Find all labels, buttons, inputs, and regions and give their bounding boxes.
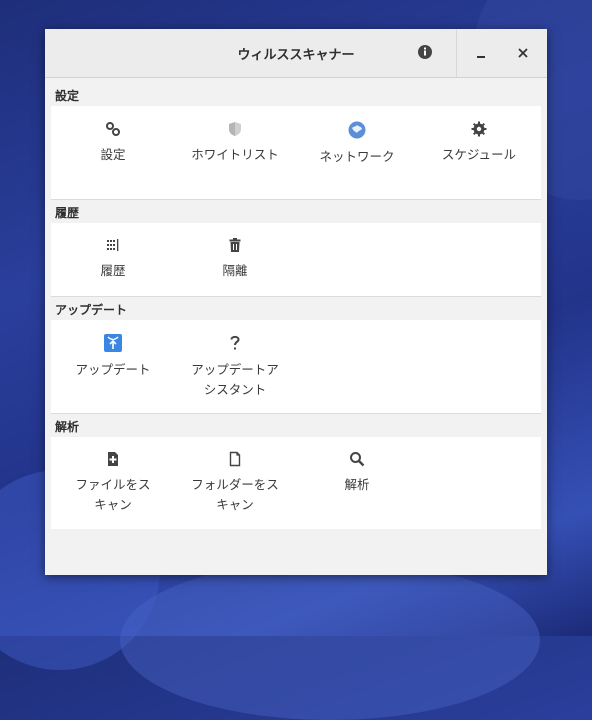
history-icon bbox=[107, 239, 119, 251]
update-label: アップデート bbox=[75, 362, 151, 377]
schedule-button[interactable]: スケジュール bbox=[419, 121, 539, 165]
update-button[interactable]: アップデート bbox=[53, 334, 173, 380]
info-icon[interactable] bbox=[416, 43, 434, 61]
quarantine-label: 隔離 bbox=[222, 263, 248, 278]
gear-icon bbox=[471, 121, 487, 137]
schedule-label: スケジュール bbox=[441, 147, 517, 162]
scan-folder-button[interactable]: フォルダーをス キャン bbox=[175, 451, 295, 515]
settings-button[interactable]: 設定 bbox=[53, 121, 173, 165]
history-button[interactable]: 履歴 bbox=[53, 237, 173, 281]
section-title-settings: 設定 bbox=[55, 89, 80, 103]
trash-icon bbox=[229, 238, 241, 252]
scan-file-button[interactable]: ファイルをス キャン bbox=[53, 451, 173, 515]
network-label: ネットワーク bbox=[319, 149, 395, 164]
section-panel-scan: ファイルをス キャン フォルダーをス キャン 解析 bbox=[51, 437, 541, 529]
section-title-scan: 解析 bbox=[55, 420, 80, 434]
section-panel-history: 履歴 隔離 bbox=[51, 223, 541, 297]
file-icon bbox=[229, 451, 241, 467]
section-panel-update: アップデート アップデートア シスタント bbox=[51, 320, 541, 414]
update-assistant-label: アップデートア シスタント bbox=[191, 362, 279, 397]
scan-file-label: ファイルをス キャン bbox=[75, 477, 151, 512]
section-title-update: アップデート bbox=[55, 303, 128, 317]
scan-folder-label: フォルダーをス キャン bbox=[191, 477, 279, 512]
globe-icon bbox=[348, 121, 366, 139]
section-title-history: 履歴 bbox=[55, 206, 80, 220]
minimize-button[interactable] bbox=[471, 43, 491, 63]
section-panel-settings: 設定 ホワイトリスト ネットワーク スケジュール bbox=[51, 106, 541, 200]
close-button[interactable] bbox=[513, 43, 533, 63]
app-window: ウィルススキャナー 設定 設定 ホワイトリスト ネットワーク スケジュール 履歴… bbox=[45, 29, 547, 575]
network-button[interactable]: ネットワーク bbox=[297, 121, 417, 167]
analysis-button[interactable]: 解析 bbox=[297, 451, 417, 495]
update-assistant-button[interactable]: アップデートア シスタント bbox=[175, 334, 295, 400]
file-add-icon bbox=[108, 452, 118, 466]
gears-icon bbox=[106, 122, 120, 136]
update-icon bbox=[104, 334, 122, 352]
quarantine-button[interactable]: 隔離 bbox=[175, 237, 295, 281]
shield-icon bbox=[229, 122, 241, 136]
title-bar: ウィルススキャナー bbox=[45, 29, 547, 78]
search-icon bbox=[350, 452, 365, 467]
history-label: 履歴 bbox=[100, 263, 126, 278]
analysis-label: 解析 bbox=[344, 477, 370, 492]
whitelist-label: ホワイトリスト bbox=[191, 147, 279, 162]
titlebar-separator bbox=[456, 29, 457, 77]
question-icon bbox=[230, 335, 240, 350]
whitelist-button[interactable]: ホワイトリスト bbox=[175, 121, 295, 165]
settings-label: 設定 bbox=[100, 147, 126, 162]
